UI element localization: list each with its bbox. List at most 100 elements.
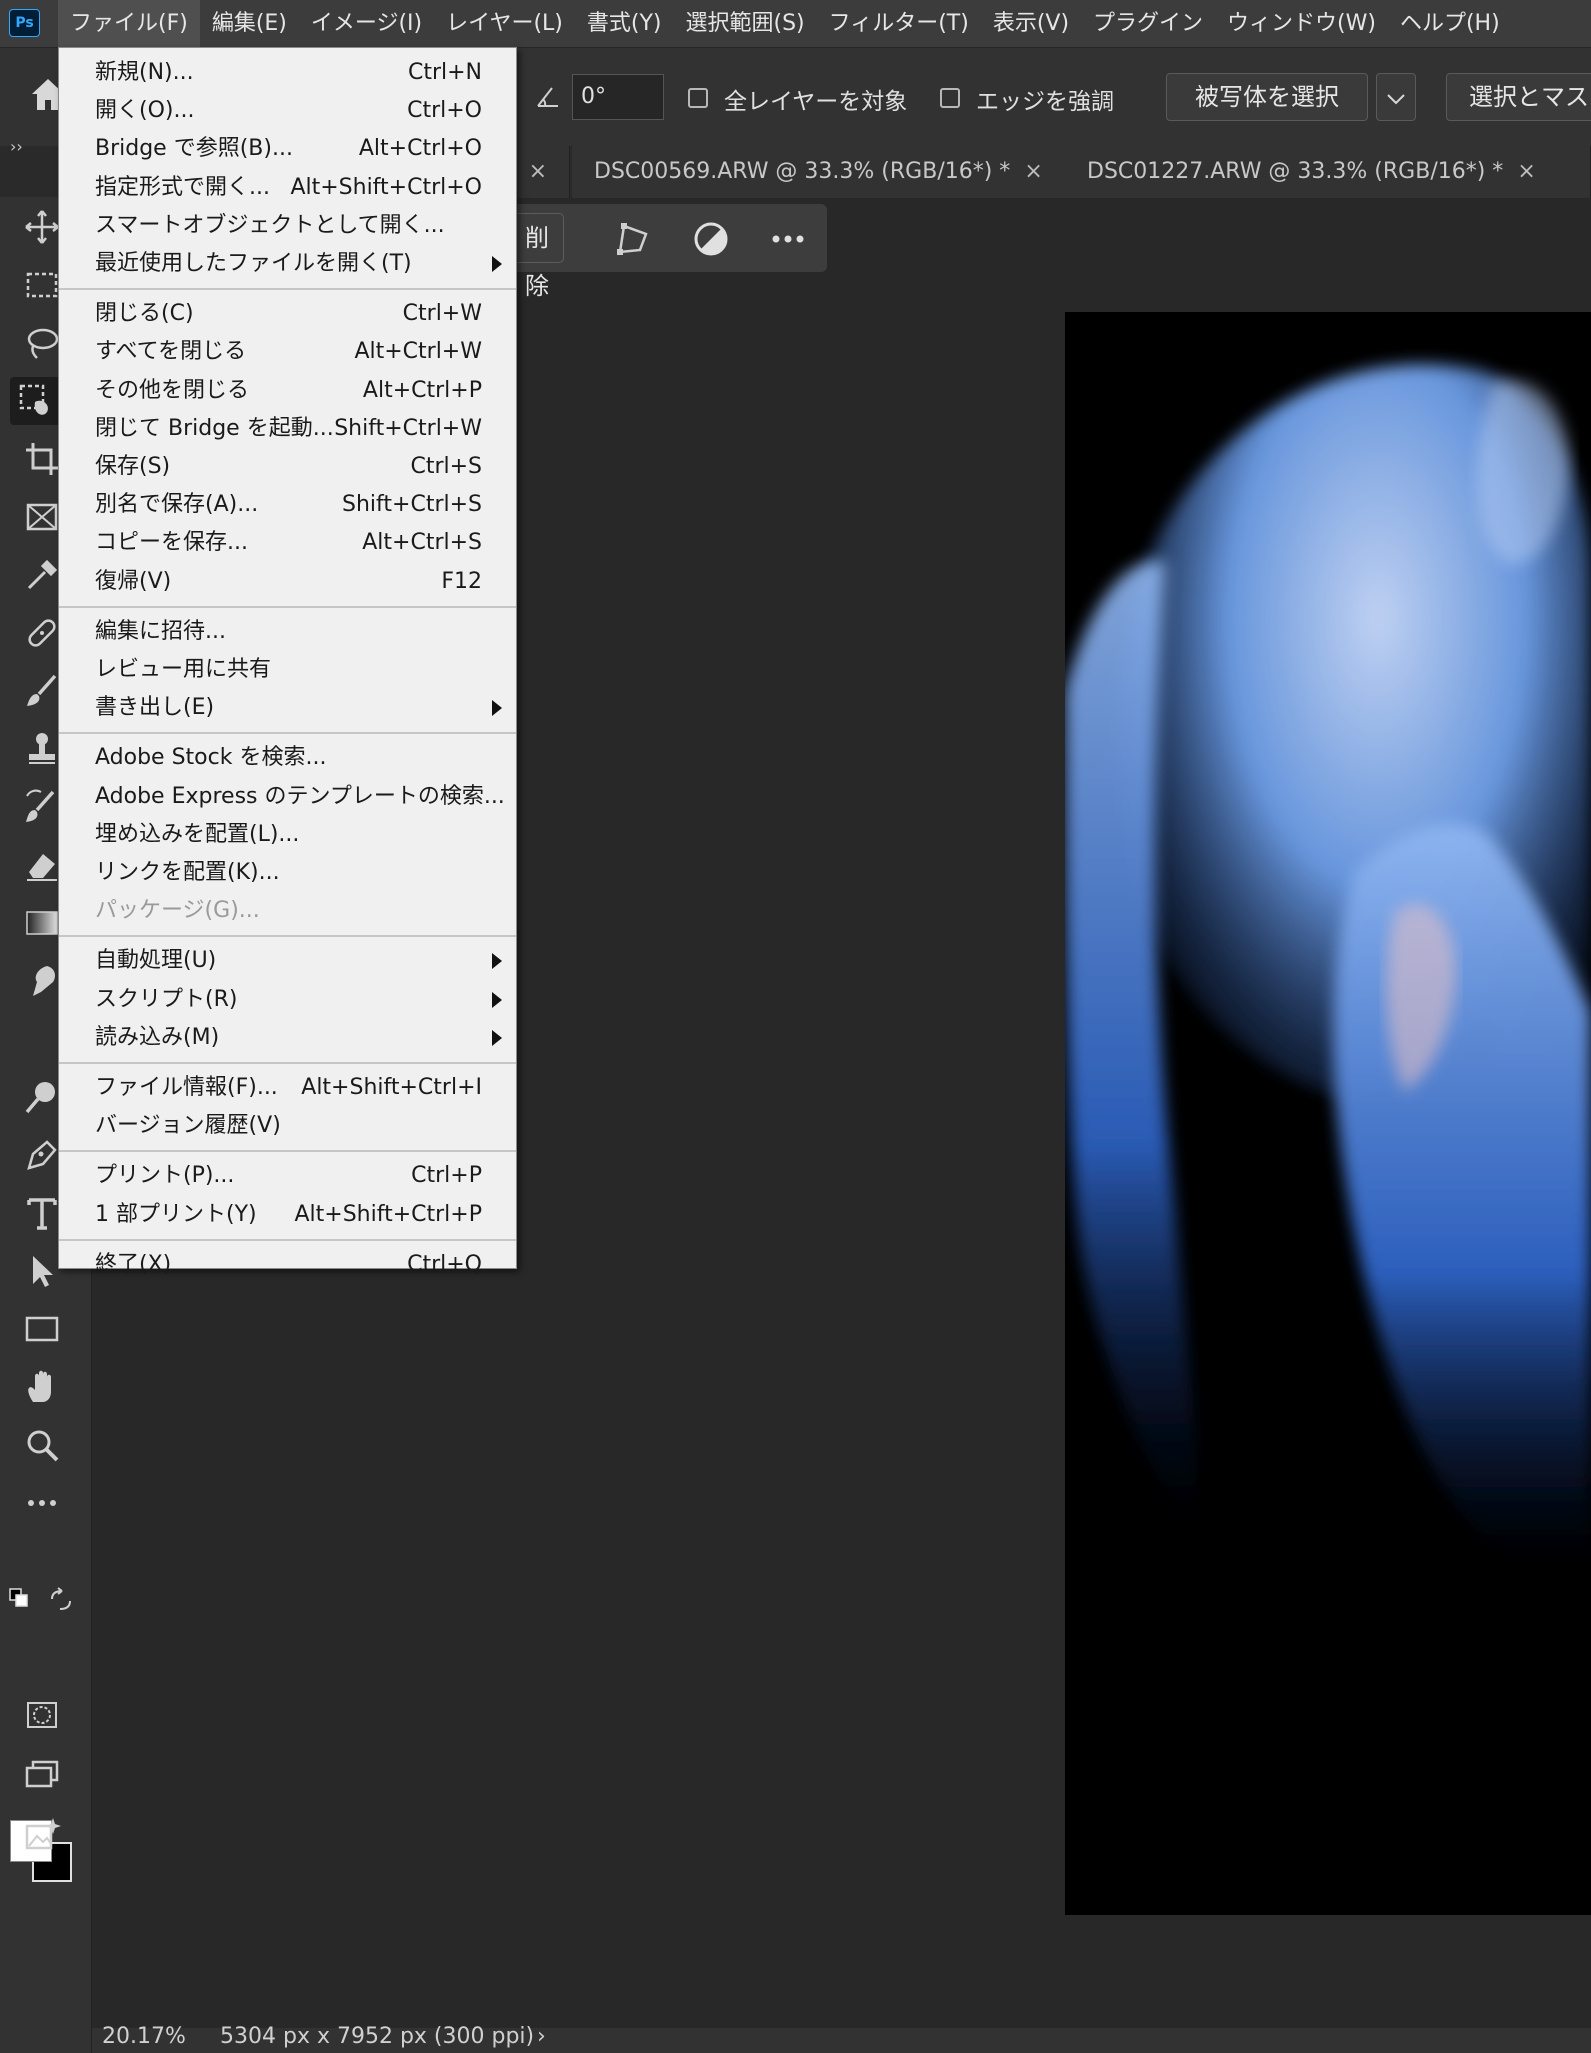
menu-item-label: スクリプト(R) — [95, 986, 238, 1012]
screen-mode-icon[interactable] — [18, 1751, 66, 1799]
close-tab-icon[interactable]: × — [1517, 159, 1535, 184]
file-menu-item[interactable]: 埋め込みを配置(L)... — [59, 818, 516, 852]
file-menu-item[interactable]: リンクを配置(K)... — [59, 856, 516, 890]
file-menu-item[interactable]: 自動処理(U) — [59, 944, 516, 978]
more-tools-icon[interactable] — [18, 1479, 66, 1527]
select-subject-button[interactable]: 被写体を選択 — [1166, 73, 1368, 121]
default-colors-icon[interactable] — [8, 1587, 30, 1609]
file-menu-item[interactable]: 保存(S) Ctrl+S — [59, 450, 516, 484]
menu-image[interactable]: イメージ(I) — [299, 0, 434, 47]
menu-item-label: 別名で保存(A)... — [95, 492, 259, 518]
menu-item-label: パッケージ(G)... — [95, 898, 260, 924]
file-menu-item[interactable]: 最近使用したファイルを開く(T) — [59, 247, 516, 281]
menu-separator — [59, 288, 516, 291]
submenu-arrow-icon — [492, 953, 502, 970]
menu-plugins[interactable]: プラグイン — [1081, 0, 1215, 47]
file-menu-item[interactable]: レビュー用に共有 — [59, 653, 516, 687]
transform-icon[interactable] — [614, 220, 652, 258]
generative-image-icon[interactable] — [18, 1811, 66, 1859]
all-layers-label: 全レイヤーを対象 — [724, 89, 908, 115]
file-menu-item[interactable]: スマートオブジェクトとして開く... — [59, 209, 516, 243]
file-menu-item[interactable]: Adobe Express のテンプレートの検索... — [59, 780, 516, 814]
file-menu-item[interactable]: 開く(O)... Ctrl+O — [59, 94, 516, 128]
file-menu-item[interactable]: ファイル情報(F)... Alt+Shift+Ctrl+I — [59, 1071, 516, 1105]
menu-file[interactable]: ファイル(F) — [58, 0, 200, 47]
menu-layer[interactable]: レイヤー(L) — [434, 0, 575, 47]
file-menu-item[interactable]: 1 部プリント(Y) Alt+Shift+Ctrl+P — [59, 1198, 516, 1232]
menu-item-shortcut: Alt+Ctrl+O — [358, 136, 482, 162]
angle-icon — [537, 87, 558, 107]
menu-separator — [59, 605, 516, 608]
adjustment-icon[interactable] — [692, 220, 730, 258]
menu-bar: Ps ファイル(F) 編集(E) イメージ(I) レイヤー(L) 書式(Y) 選択範囲(S… — [0, 0, 1591, 47]
rectangle-tool-icon[interactable] — [18, 1305, 66, 1353]
menu-help[interactable]: ヘルプ(H) — [1388, 0, 1512, 47]
menu-item-label: Adobe Express のテンプレートの検索... — [95, 783, 505, 809]
file-menu-item[interactable]: バージョン履歴(V) — [59, 1109, 516, 1143]
quick-mask-icon[interactable] — [18, 1691, 66, 1739]
contextual-task-bar: 削除 — [470, 204, 827, 300]
file-menu-item[interactable]: 閉じて Bridge を起動... Shift+Ctrl+W — [59, 412, 516, 446]
all-layers-checkbox[interactable] — [688, 88, 708, 108]
enhance-edge-checkbox[interactable] — [940, 88, 960, 108]
menu-item-label: 編集に招待... — [95, 618, 226, 644]
submenu-arrow-icon — [492, 256, 502, 272]
menu-filter[interactable]: フィルター(T) — [817, 0, 981, 47]
enhance-edge-label: エッジを強調 — [976, 89, 1114, 115]
menu-item-label: ファイル情報(F)... — [95, 1075, 278, 1100]
angle-input[interactable]: 0° — [572, 74, 664, 120]
hand-tool-icon[interactable] — [18, 1363, 66, 1411]
close-tab-icon[interactable]: × — [1024, 159, 1042, 184]
file-menu-item[interactable]: 指定形式で開く... Alt+Shift+Ctrl+O — [59, 171, 516, 205]
file-menu-item[interactable]: プリント(P)... Ctrl+P — [59, 1159, 516, 1193]
close-tab-icon[interactable]: × — [529, 159, 547, 184]
file-menu-item[interactable]: 書き出し(E) — [59, 691, 516, 725]
file-menu-item[interactable]: Bridge で参照(B)... Alt+Ctrl+O — [59, 132, 516, 166]
status-menu-arrow-icon[interactable]: › — [537, 2024, 546, 2049]
zoom-tool-icon[interactable] — [18, 1421, 66, 1469]
file-menu-item[interactable]: Adobe Stock を検索... — [59, 741, 516, 775]
object-selection-tool-icon[interactable] — [10, 377, 62, 425]
menu-item-label: レビュー用に共有 — [95, 657, 272, 682]
file-menu-item[interactable]: 別名で保存(A)... Shift+Ctrl+S — [59, 488, 516, 522]
menu-item-label: 終了(X) — [95, 1251, 172, 1277]
file-menu-item[interactable]: すべてを閉じる Alt+Ctrl+W — [59, 335, 516, 369]
more-options-icon[interactable] — [768, 220, 808, 258]
menu-item-shortcut: Ctrl+S — [410, 454, 482, 479]
menu-item-label: すべてを閉じる — [95, 339, 247, 365]
menu-view[interactable]: 表示(V) — [981, 0, 1081, 47]
menu-type[interactable]: 書式(Y) — [575, 0, 674, 47]
file-menu-item[interactable]: 終了(X) Ctrl+Q — [59, 1248, 516, 1282]
menu-item-label: スマートオブジェクトとして開く... — [95, 212, 445, 238]
file-menu-dropdown: 新規(N)... Ctrl+N 開く(O)... Ctrl+O Bridge で参照(B… — [58, 47, 517, 1277]
menu-item-label: 復帰(V) — [95, 568, 172, 594]
file-menu-item[interactable]: コピーを保存... Alt+Ctrl+S — [59, 526, 516, 560]
menu-separator — [59, 1062, 516, 1064]
panel-toggle-icon[interactable]: ›› — [10, 137, 23, 156]
menu-item-label: リンクを配置(K)... — [95, 860, 280, 885]
menu-item-shortcut: Alt+Ctrl+S — [362, 530, 482, 556]
menu-window[interactable]: ウィンドウ(W) — [1215, 0, 1388, 47]
canvas-image[interactable] — [1065, 312, 1591, 1915]
zoom-level[interactable]: 20.17% — [102, 2024, 186, 2049]
menu-edit[interactable]: 編集(E) — [200, 0, 299, 47]
file-menu-item[interactable]: 新規(N)... Ctrl+N — [59, 56, 516, 90]
file-menu-item[interactable]: 復帰(V) F12 — [59, 565, 516, 599]
photoshop-logo-icon: Ps — [9, 9, 40, 37]
menu-select[interactable]: 選択範囲(S) — [674, 0, 817, 47]
file-menu-item[interactable]: その他を閉じる Alt+Ctrl+P — [59, 374, 516, 408]
select-subject-dropdown[interactable] — [1376, 73, 1416, 121]
file-menu-item[interactable]: 編集に招待... — [59, 615, 516, 649]
menu-item-label: バージョン履歴(V) — [95, 1113, 281, 1139]
menu-item-shortcut: Alt+Shift+Ctrl+O — [290, 174, 482, 200]
document-tab[interactable]: DSC00569.ARW @ 33.3% (RGB/16*) * × — [572, 146, 1080, 198]
menu-separator — [59, 1238, 516, 1241]
document-tab[interactable]: DSC01227.ARW @ 33.3% (RGB/16*) * × — [1065, 146, 1591, 198]
file-menu-item[interactable]: 読み込み(M) — [59, 1021, 516, 1055]
menu-item-shortcut: Ctrl+W — [402, 301, 482, 327]
menu-item-label: 自動処理(U) — [95, 948, 217, 974]
file-menu-item[interactable]: スクリプト(R) — [59, 983, 516, 1017]
select-and-mask-button[interactable]: 選択とマスク... — [1446, 73, 1591, 121]
file-menu-item[interactable]: 閉じる(C) Ctrl+W — [59, 297, 516, 331]
swap-colors-icon[interactable] — [48, 1587, 74, 1613]
